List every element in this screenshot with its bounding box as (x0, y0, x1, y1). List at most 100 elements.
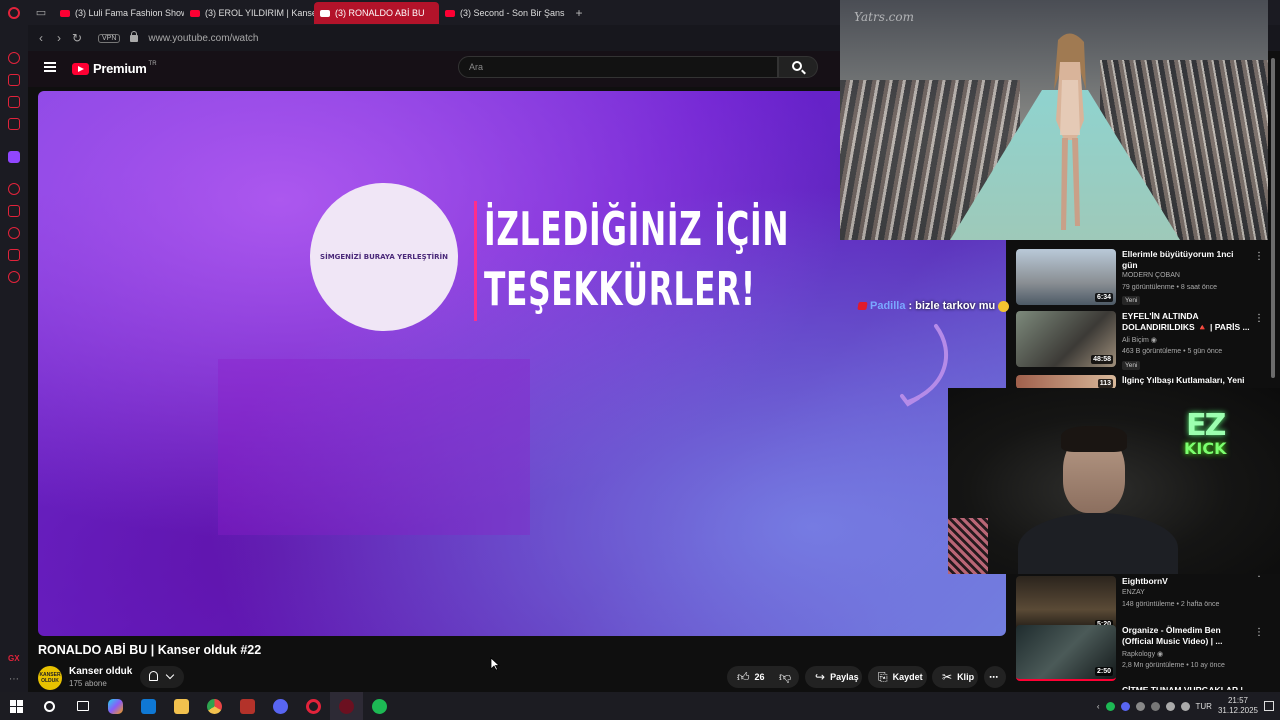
video-thumbnail[interactable]: 5:20 (1016, 576, 1116, 632)
channel-avatar[interactable]: KANSER OLDUK (38, 666, 62, 690)
more-actions-button[interactable]: ⋯ (984, 666, 1006, 688)
new-badge: Yeni (1122, 361, 1141, 370)
twitch-icon[interactable] (8, 151, 20, 163)
channel-name[interactable]: Kanser olduk (69, 666, 132, 677)
discord-app[interactable] (264, 692, 297, 720)
language-indicator[interactable]: TUR (1196, 702, 1212, 711)
mail-icon[interactable] (8, 118, 20, 130)
runway-video-overlay: Yatrs.com (840, 0, 1268, 240)
search-icon (792, 61, 802, 71)
tray-overflow-icon[interactable]: ‹ (1097, 702, 1100, 711)
tab-second[interactable]: (3) Second - Son Bir Şans (439, 2, 569, 24)
task-view-button[interactable] (66, 692, 99, 720)
lock-icon[interactable] (130, 30, 139, 42)
chrome-app[interactable] (198, 692, 231, 720)
thanks-for-watching-text: İZLEDİĞİNİZ İÇİN TEŞEKKÜRLER! (484, 202, 790, 316)
streamer-hair (1061, 426, 1127, 452)
youtube-favicon-icon (190, 9, 200, 17)
scrollbar-thumb[interactable] (1271, 58, 1275, 378)
tab-luli-fama[interactable]: (3) Luli Fama Fashion Show (54, 2, 184, 24)
new-tab-button[interactable]: + (569, 6, 589, 20)
back-icon[interactable]: ‹ (32, 31, 50, 45)
video-thumbnail[interactable]: 48:58 (1016, 311, 1116, 367)
reload-icon[interactable]: ↻ (68, 31, 86, 45)
video-thumbnail[interactable]: 113 (1016, 375, 1116, 389)
clock[interactable]: 21:57 31.12.2025 (1218, 696, 1258, 716)
discord-icon (273, 698, 288, 714)
menu-icon[interactable] (44, 62, 56, 72)
webcam-overlay: EZ KICK (948, 388, 1280, 574)
video-thumbnail[interactable]: 2:50 (1016, 625, 1116, 681)
extensions-icon[interactable] (8, 249, 20, 261)
vpn-badge[interactable]: VPN (98, 33, 121, 43)
share-button[interactable]: ↪ Paylaş (805, 666, 862, 688)
gx-corner-label[interactable]: GX (8, 654, 20, 663)
bookmark-icon[interactable] (8, 205, 20, 217)
taskbar-search-button[interactable] (33, 692, 66, 720)
page-scrollbar[interactable] (1269, 28, 1277, 688)
more-options-icon[interactable]: ⋮ (1254, 313, 1264, 324)
forward-icon[interactable]: › (50, 31, 68, 45)
search-button[interactable] (778, 56, 818, 78)
search-input[interactable]: Ara (458, 56, 778, 78)
voicemeeter-icon (240, 698, 255, 714)
bag-icon[interactable] (8, 74, 20, 86)
bookmark-icon: ⎘ (878, 670, 888, 684)
verified-icon: ◉ (1150, 337, 1157, 344)
spotify-tray-icon[interactable] (1105, 701, 1115, 711)
like-button[interactable]: 👍︎ 26 (727, 666, 769, 688)
windows-taskbar: ‹ TUR 21:57 31.12.2025 (0, 692, 1280, 720)
opera-menu-icon[interactable] (0, 0, 28, 25)
lamp-light (948, 518, 988, 574)
network-icon[interactable] (1165, 701, 1175, 711)
spotify-app[interactable] (363, 692, 396, 720)
notification-bell-button[interactable] (140, 666, 184, 688)
save-button[interactable]: ⎘ Kaydet (868, 666, 927, 688)
opera-app[interactable] (297, 692, 330, 720)
more-options-icon[interactable]: ⋮ (1254, 251, 1264, 262)
chat-badge-icon (857, 302, 868, 310)
more-options-icon[interactable]: ⋮ (1254, 627, 1264, 638)
bell-icon (149, 671, 158, 681)
video-thumbnail[interactable]: 6:34 (1016, 249, 1116, 305)
steam-tray-icon[interactable] (1135, 701, 1145, 711)
folder-icon (174, 698, 189, 714)
laugh-emoji-icon (998, 300, 1010, 312)
outlook-app[interactable] (132, 692, 165, 720)
tab-erol-yildirim[interactable]: (3) EROL YILDIRIM | Kanser (184, 2, 314, 24)
scissors-icon: ✂ (942, 670, 953, 684)
mic-tray-icon[interactable] (1150, 701, 1160, 711)
new-badge: Yeni (1122, 296, 1141, 305)
file-explorer-app[interactable] (165, 692, 198, 720)
task-view-icon (76, 701, 89, 711)
copilot-icon (108, 698, 123, 714)
opera-gx-app[interactable] (330, 692, 363, 720)
volume-icon[interactable] (1180, 701, 1190, 711)
speed-dial-icon[interactable] (8, 52, 20, 64)
history-icon[interactable] (8, 227, 20, 239)
tab-ronaldo-abi-bu[interactable]: (3) RONALDO ABİ BU (314, 2, 439, 24)
notifications-icon[interactable] (1264, 701, 1274, 711)
start-button[interactable] (0, 692, 33, 720)
url-field[interactable]: www.youtube.com/watch (148, 33, 258, 44)
browser-icon (207, 698, 222, 714)
clip-button[interactable]: ✂ Klip (932, 666, 978, 688)
outlook-icon (141, 698, 156, 714)
sidebar-more-icon[interactable]: ⋯ (9, 674, 19, 685)
ez-kick-logo: EZ KICK (1184, 408, 1227, 458)
settings-icon[interactable] (8, 271, 20, 283)
player-icon[interactable] (8, 183, 20, 195)
curved-arrow-icon (900, 324, 949, 407)
copilot-app[interactable] (99, 692, 132, 720)
dislike-button[interactable]: 👎︎ (769, 666, 799, 688)
youtube-premium-logo[interactable]: Premium TR (72, 61, 157, 76)
endscreen-slot[interactable] (218, 359, 530, 535)
video-title: RONALDO ABİ BU | Kanser olduk #22 (38, 643, 262, 657)
youtube-masthead: Premium TR Ara (28, 51, 840, 87)
messenger-icon[interactable] (8, 96, 20, 108)
discord-tray-icon[interactable] (1120, 701, 1130, 711)
speaker-icon (320, 9, 330, 17)
system-tray: ‹ TUR 21:57 31.12.2025 (1097, 692, 1280, 720)
tab-overview-icon[interactable]: ▭ (28, 0, 54, 25)
voicemeeter-app[interactable] (231, 692, 264, 720)
